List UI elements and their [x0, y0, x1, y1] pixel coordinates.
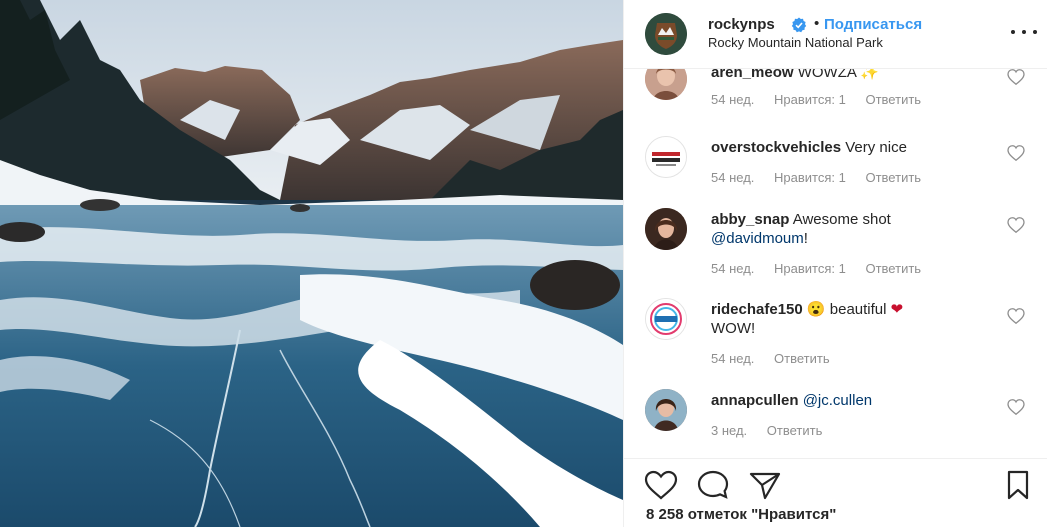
commenter-avatar[interactable] — [645, 136, 687, 178]
like-heart-icon[interactable] — [644, 470, 678, 500]
post-location[interactable]: Rocky Mountain National Park — [708, 35, 883, 50]
comment-username[interactable]: annapcullen — [711, 392, 799, 409]
comment-age[interactable]: 54 нед. — [711, 170, 754, 185]
save-bookmark-icon[interactable] — [1001, 470, 1035, 500]
comment-mention-link[interactable]: @davidmoum — [711, 230, 804, 247]
comment-item: ridechafe150 😮 beautiful ❤ WOW! 54 нед. … — [624, 298, 1047, 378]
post-header: rockynps • Подписаться Rocky Mountain Na… — [624, 0, 1047, 69]
follow-button[interactable]: Подписаться — [824, 16, 922, 33]
comment-text: ridechafe150 😮 beautiful ❤ WOW! — [711, 300, 1001, 338]
comment-username[interactable]: aren_meow — [711, 69, 794, 81]
comment-mention-link[interactable]: @jc.cullen — [803, 392, 872, 409]
comment-age[interactable]: 3 нед. — [711, 423, 747, 438]
comment-like-heart-icon[interactable] — [1007, 69, 1025, 85]
avatar-photo-icon — [645, 389, 687, 431]
comment-username[interactable]: abby_snap — [711, 211, 789, 228]
astonished-emoji-icon: 😮 — [806, 301, 826, 318]
comment-body: beautiful — [829, 301, 887, 318]
comment-text: overstockvehicles Very nice — [711, 138, 1001, 157]
comment-like-heart-icon[interactable] — [1007, 399, 1025, 415]
more-options-button[interactable] — [1011, 22, 1037, 42]
comment-username[interactable]: overstockvehicles — [711, 139, 841, 156]
red-heart-emoji-icon: ❤ — [890, 301, 904, 318]
commenter-avatar[interactable] — [645, 389, 687, 431]
more-dot-icon — [1011, 30, 1015, 34]
comment-age[interactable]: 54 нед. — [711, 261, 754, 276]
comment-item: aren_meow WOWZA ✨ 54 нед. Нравится: 1 От… — [624, 69, 1047, 121]
post-actions-bar: 8 258 отметок "Нравится" — [624, 458, 1047, 527]
comment-body: Very nice — [845, 139, 907, 156]
comment-body: Awesome shot — [792, 211, 891, 228]
comment-body-line2: WOW! — [711, 320, 756, 337]
commenter-avatar[interactable] — [645, 69, 687, 100]
likes-count[interactable]: 8 258 отметок "Нравится" — [646, 506, 836, 523]
overstock-logo-icon — [646, 137, 686, 177]
avatar-photo-icon — [645, 208, 687, 250]
commenter-avatar[interactable] — [645, 298, 687, 340]
comment-like-heart-icon[interactable] — [1007, 308, 1025, 324]
author-avatar[interactable] — [645, 13, 687, 55]
more-dot-icon — [1022, 30, 1026, 34]
comment-item: annapcullen @jc.cullen 3 нед. Ответить — [624, 389, 1047, 449]
comment-text: abby_snap Awesome shot @davidmoum! — [711, 210, 1001, 248]
sparkles-emoji-icon: ✨ — [860, 69, 879, 81]
post-photo[interactable] — [0, 0, 623, 527]
frozen-lake-photo — [0, 0, 623, 527]
comment-like-heart-icon[interactable] — [1007, 217, 1025, 233]
comment-meta: 3 нед. Ответить — [711, 423, 838, 438]
reply-button[interactable]: Ответить — [865, 92, 921, 107]
reply-button[interactable]: Ответить — [865, 261, 921, 276]
verified-badge-icon — [791, 17, 807, 33]
nps-arrowhead-logo-icon — [645, 13, 687, 55]
comment-age[interactable]: 54 нед. — [711, 92, 754, 107]
reply-button[interactable]: Ответить — [865, 170, 921, 185]
reply-button[interactable]: Ответить — [767, 423, 823, 438]
avatar-photo-icon — [645, 69, 687, 100]
post-side-panel: rockynps • Подписаться Rocky Mountain Na… — [623, 0, 1047, 527]
comment-text: aren_meow WOWZA ✨ — [711, 69, 1001, 82]
chafe150-logo-icon — [646, 299, 686, 339]
comment-like-heart-icon[interactable] — [1007, 145, 1025, 161]
comment-text: annapcullen @jc.cullen — [711, 391, 1001, 410]
comment-meta: 54 нед. Нравится: 1 Ответить — [711, 261, 937, 276]
separator-dot: • — [814, 15, 820, 32]
comment-likes-count[interactable]: Нравится: 1 — [774, 170, 846, 185]
comment-body-suffix: ! — [803, 230, 808, 247]
comment-username[interactable]: ridechafe150 — [711, 301, 803, 318]
comments-list[interactable]: aren_meow WOWZA ✨ 54 нед. Нравится: 1 От… — [624, 69, 1047, 458]
commenter-avatar[interactable] — [645, 208, 687, 250]
comment-body: WOWZA — [797, 69, 857, 81]
comment-item: overstockvehicles Very nice 54 нед. Нрав… — [624, 135, 1047, 195]
comment-age[interactable]: 54 нед. — [711, 351, 754, 366]
author-username[interactable]: rockynps — [708, 16, 775, 33]
share-paper-plane-icon[interactable] — [748, 470, 782, 500]
comment-meta: 54 нед. Ответить — [711, 351, 846, 366]
comment-bubble-icon[interactable] — [696, 470, 730, 500]
comment-item: abby_snap Awesome shot @davidmoum! 54 не… — [624, 207, 1047, 287]
more-dot-icon — [1033, 30, 1037, 34]
instagram-post: rockynps • Подписаться Rocky Mountain Na… — [0, 0, 1047, 527]
comment-meta: 54 нед. Нравится: 1 Ответить — [711, 92, 937, 107]
comment-meta: 54 нед. Нравится: 1 Ответить — [711, 170, 937, 185]
comment-likes-count[interactable]: Нравится: 1 — [774, 261, 846, 276]
reply-button[interactable]: Ответить — [774, 351, 830, 366]
comment-likes-count[interactable]: Нравится: 1 — [774, 92, 846, 107]
